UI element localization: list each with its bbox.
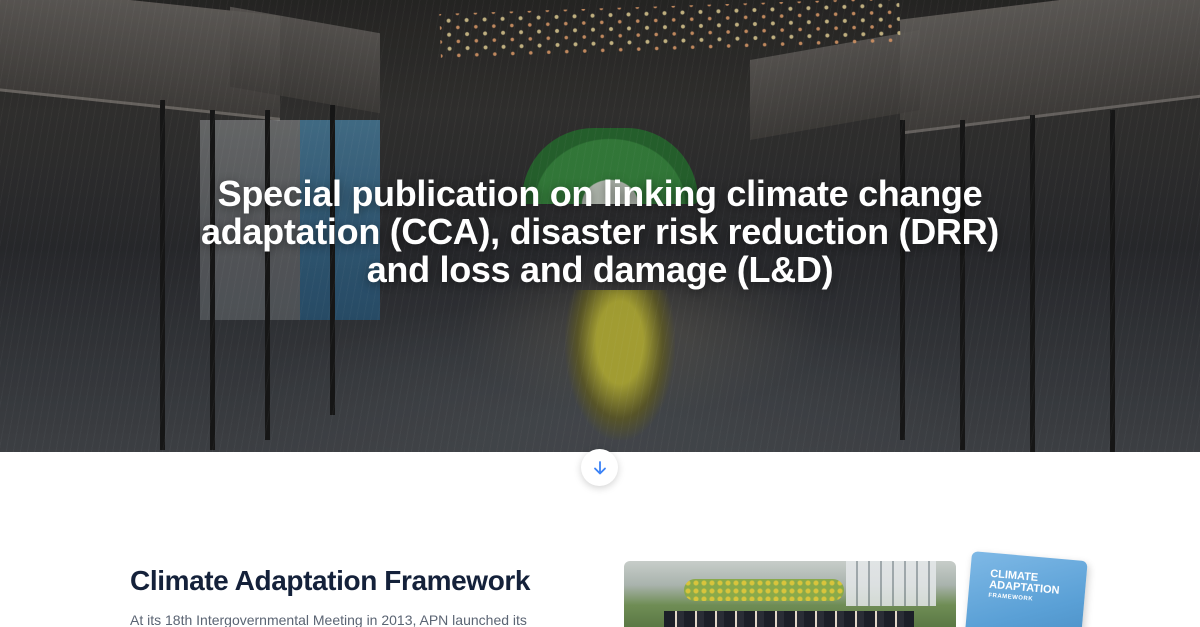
hero-title-line: and loss and damage (L&D) — [366, 249, 834, 290]
photo-group-people — [664, 611, 914, 627]
hero-title: Special publication on linking climate c… — [150, 175, 1050, 289]
hero-title-line: adaptation (CCA), disaster risk reductio… — [201, 211, 999, 252]
section-title: Climate Adaptation Framework — [130, 565, 531, 596]
arrow-down-icon — [593, 460, 606, 474]
section-intro-text: At its 18th Intergovernmental Meeting in… — [130, 612, 527, 627]
group-photo — [624, 561, 956, 627]
photo-flowers — [684, 579, 844, 601]
hero-title-line: Special publication on linking climate c… — [217, 173, 983, 214]
scroll-down-button[interactable] — [581, 449, 618, 486]
photo-building — [846, 561, 936, 606]
publication-cover[interactable]: CLIMATE ADAPTATION FRAMEWORK — [964, 551, 1088, 627]
hero-banner: Special publication on linking climate c… — [0, 0, 1200, 452]
